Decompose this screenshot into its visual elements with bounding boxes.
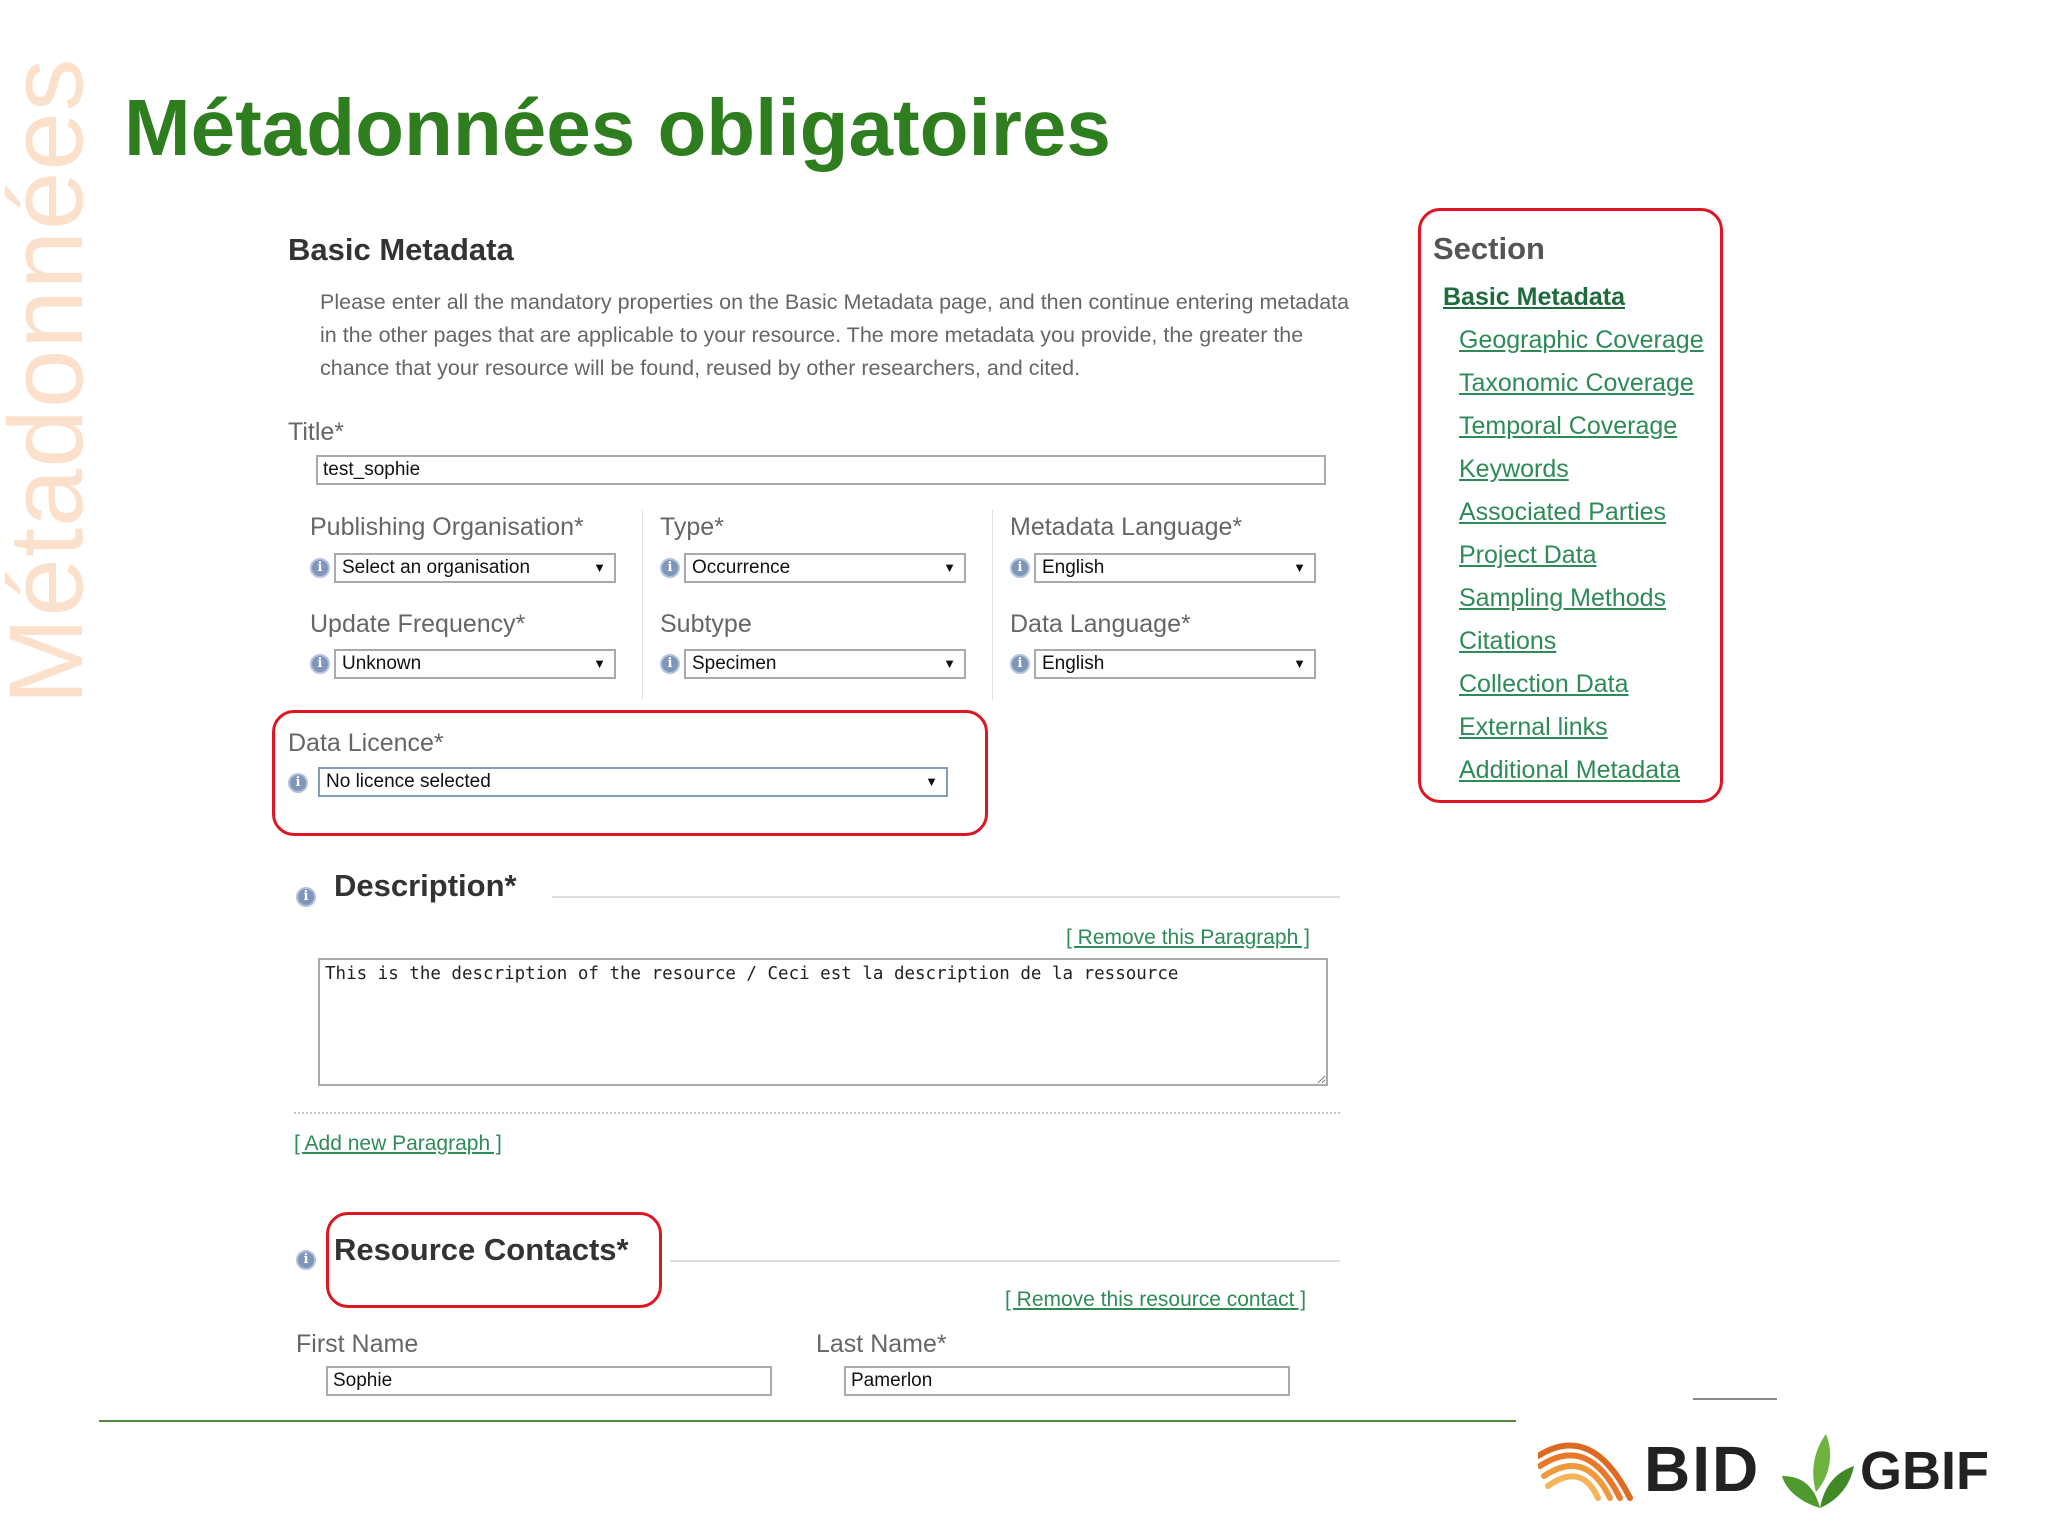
info-icon[interactable]: i [310, 654, 330, 674]
title-input[interactable] [316, 455, 1326, 485]
info-icon[interactable]: i [660, 654, 680, 674]
column-divider [992, 510, 993, 700]
description-dotted-rule [294, 1112, 1340, 1114]
type-select[interactable]: Occurrence ▼ [684, 553, 966, 583]
title-label: Title* [288, 418, 345, 446]
section-nav-item-project-data[interactable]: Project Data [1459, 541, 1597, 570]
update-frequency-label: Update Frequency* [310, 610, 526, 638]
section-nav-item-additional-metadata[interactable]: Additional Metadata [1459, 756, 1680, 785]
section-nav-item-citations[interactable]: Citations [1459, 627, 1556, 656]
description-textarea[interactable]: This is the description of the resource … [318, 958, 1328, 1086]
info-icon[interactable]: i [296, 1250, 316, 1270]
section-nav-item-geographic-coverage[interactable]: Geographic Coverage [1459, 326, 1704, 355]
subtype-label: Subtype [660, 610, 752, 638]
publishing-organisation-select[interactable]: Select an organisation ▼ [334, 553, 616, 583]
section-nav-title: Section [1433, 231, 1545, 266]
description-rule [552, 896, 1340, 898]
info-icon[interactable]: i [1010, 654, 1030, 674]
info-icon[interactable]: i [288, 773, 308, 793]
section-nav-item-associated-parties[interactable]: Associated Parties [1459, 498, 1666, 527]
info-icon[interactable]: i [1010, 558, 1030, 578]
resource-contacts-heading: Resource Contacts* [334, 1232, 629, 1267]
first-name-input[interactable] [326, 1366, 772, 1396]
dropdown-arrow-icon: ▼ [593, 560, 606, 575]
gbif-leaf-icon [1782, 1434, 1854, 1508]
dropdown-arrow-icon: ▼ [943, 656, 956, 671]
section-nav-item-collection-data[interactable]: Collection Data [1459, 670, 1629, 699]
data-language-label: Data Language* [1010, 610, 1191, 638]
section-nav-item-taxonomic-coverage[interactable]: Taxonomic Coverage [1459, 369, 1694, 398]
update-frequency-select[interactable]: Unknown ▼ [334, 649, 616, 679]
subtype-select[interactable]: Specimen ▼ [684, 649, 966, 679]
last-name-input[interactable] [844, 1366, 1290, 1396]
data-licence-select[interactable]: No licence selected ▼ [318, 767, 948, 797]
data-language-select[interactable]: English ▼ [1034, 649, 1316, 679]
contacts-rule [670, 1260, 1340, 1262]
column-divider [642, 510, 643, 700]
info-icon[interactable]: i [296, 887, 316, 907]
footer-divider [99, 1420, 1516, 1422]
last-name-label: Last Name* [816, 1330, 947, 1358]
section-nav-item-sampling-methods[interactable]: Sampling Methods [1459, 584, 1666, 613]
section-nav-item-basic-metadata[interactable]: Basic Metadata [1443, 283, 1625, 312]
section-nav-item-keywords[interactable]: Keywords [1459, 455, 1569, 484]
section-nav: Section Basic Metadata Geographic Covera… [1418, 208, 1723, 803]
metadata-language-select[interactable]: English ▼ [1034, 553, 1316, 583]
publishing-organisation-label: Publishing Organisation* [310, 513, 584, 541]
type-label: Type* [660, 513, 724, 541]
basic-metadata-heading: Basic Metadata [288, 232, 514, 267]
dropdown-arrow-icon: ▼ [1293, 560, 1306, 575]
intro-text: Please enter all the mandatory propertie… [320, 290, 1350, 380]
metadata-language-label: Metadata Language* [1010, 513, 1243, 541]
data-licence-label: Data Licence* [288, 729, 444, 757]
basic-metadata-form: Basic Metadata Please enter all the mand… [270, 210, 1380, 1430]
footer-mini-line [1693, 1398, 1777, 1400]
gbif-logo-text: GBIF [1860, 1441, 1989, 1501]
dropdown-arrow-icon: ▼ [1293, 656, 1306, 671]
remove-paragraph-link[interactable]: [ Remove this Paragraph ] [1066, 926, 1310, 950]
slide-title: Métadonnées obligatoires [124, 83, 1111, 172]
section-nav-item-temporal-coverage[interactable]: Temporal Coverage [1459, 412, 1677, 441]
bid-logo-text: BID [1644, 1433, 1761, 1505]
dropdown-arrow-icon: ▼ [943, 560, 956, 575]
first-name-label: First Name [296, 1330, 419, 1358]
info-icon[interactable]: i [660, 558, 680, 578]
add-paragraph-link[interactable]: [ Add new Paragraph ] [294, 1132, 502, 1156]
bid-waves-icon [1538, 1442, 1633, 1501]
dropdown-arrow-icon: ▼ [593, 656, 606, 671]
dropdown-arrow-icon: ▼ [925, 774, 938, 789]
description-heading: Description* [334, 868, 517, 903]
info-icon[interactable]: i [310, 558, 330, 578]
remove-resource-contact-link[interactable]: [ Remove this resource contact ] [1005, 1288, 1306, 1312]
side-watermark-label: Métadonnées [0, 57, 105, 705]
section-nav-item-external-links[interactable]: External links [1459, 713, 1608, 742]
